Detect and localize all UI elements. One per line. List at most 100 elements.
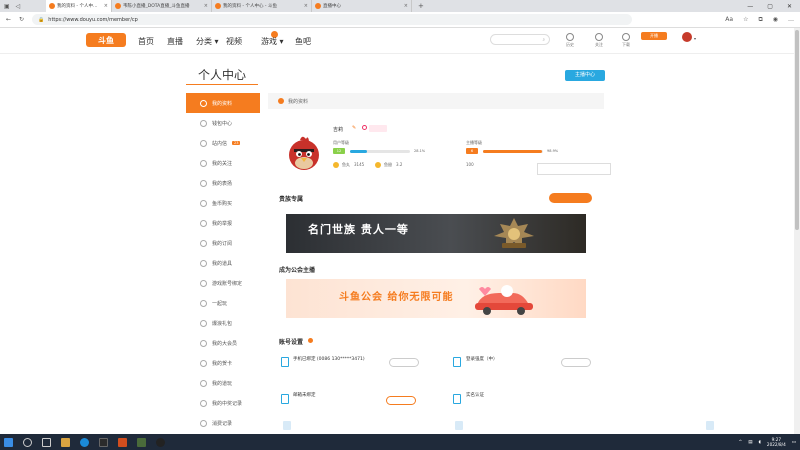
browser-tab-1[interactable]: 韦陈小直播_DOTA直播_斗鱼直播 × xyxy=(112,0,212,12)
avatar-dropdown-icon[interactable]: ▾ xyxy=(694,36,696,41)
refresh-icon[interactable]: ↻ xyxy=(19,16,24,23)
nav-live[interactable]: 直播 xyxy=(167,36,183,47)
app-icon-3[interactable] xyxy=(137,437,146,447)
close-icon[interactable]: × xyxy=(204,3,208,9)
start-live-button[interactable]: 开播 xyxy=(641,32,667,40)
page-scrollbar-thumb[interactable] xyxy=(795,30,799,230)
change-phone-button[interactable] xyxy=(389,358,419,367)
url-field[interactable]: 🔒 https://www.douyu.com/member/cp xyxy=(32,14,633,25)
sidebar-item-label: 我的表扬 xyxy=(212,180,233,187)
sidebar-item-coins[interactable]: 鱼币购买 xyxy=(186,193,260,213)
account-section-title: 账号设置 xyxy=(279,339,304,346)
guild-car-illustration xyxy=(475,285,533,315)
back-icon[interactable]: ← xyxy=(6,16,11,23)
tray-chevron-icon[interactable]: ^ xyxy=(739,440,743,445)
app-icon-4[interactable] xyxy=(156,437,165,447)
close-icon[interactable]: × xyxy=(404,3,408,9)
sidebar-item-play-together[interactable]: 一起玩 xyxy=(186,293,260,313)
heart-icon xyxy=(200,159,207,167)
user-avatar[interactable] xyxy=(682,32,692,42)
unread-badge: 23 xyxy=(232,141,241,145)
nav-yuba[interactable]: 鱼吧 xyxy=(295,36,311,47)
sidebar-item-spending[interactable]: 消费记录 xyxy=(186,413,260,433)
nav-game[interactable]: 游戏 ▾ xyxy=(261,36,284,47)
sidebar-item-cards[interactable]: 我的贺卡 xyxy=(186,353,260,373)
app-icon-1[interactable] xyxy=(99,437,108,447)
sidebar-item-label: 爆浪礼包 xyxy=(212,320,233,327)
download-icon[interactable] xyxy=(622,33,630,41)
window-close-icon[interactable]: ✕ xyxy=(787,3,792,10)
windows-start-icon[interactable] xyxy=(4,437,13,447)
tab-title: 韦陈小直播_DOTA直播_斗鱼直播 xyxy=(123,4,190,9)
sidebar-item-gift-pack[interactable]: 爆浪礼包 xyxy=(186,313,260,333)
tab-back-icon[interactable]: ◁ xyxy=(16,3,21,10)
maximize-icon[interactable]: ▢ xyxy=(767,3,773,10)
edit-pencil-icon[interactable]: ✎ xyxy=(352,125,356,131)
fishfin-label: 鱼翅 xyxy=(384,162,392,167)
sidebar-item-follows[interactable]: 我的关注 xyxy=(186,153,260,173)
guild-banner[interactable]: 斗鱼公会 给你无限可能 xyxy=(286,279,586,318)
close-icon[interactable]: × xyxy=(104,3,108,9)
browser-tab-3[interactable]: 直播中心 × xyxy=(312,0,412,12)
tab-actions-icon[interactable]: ▣ xyxy=(4,3,10,10)
sidebar-item-profile[interactable]: 我的资料 xyxy=(186,93,260,113)
profile-avatar[interactable] xyxy=(284,132,324,172)
file-explorer-icon[interactable] xyxy=(61,437,70,447)
taskbar-clock[interactable]: 9:27 2022/8/4 xyxy=(767,437,786,447)
collections-icon[interactable]: ⧉ xyxy=(758,16,762,24)
noble-banner[interactable]: 名门世族 贵人一等 xyxy=(286,214,586,253)
sidebar-item-subscriptions[interactable]: 我的订阅 xyxy=(186,233,260,253)
network-icon[interactable]: ▤ xyxy=(748,440,752,445)
nav-video[interactable]: 视频 xyxy=(226,36,242,47)
app-icon-2[interactable] xyxy=(118,437,127,447)
taskbar-search-icon[interactable] xyxy=(23,437,32,447)
anchor-center-button[interactable]: 主播中心 xyxy=(565,70,605,81)
tab-title: 我的资料 - 个人中心 - 斗鱼 xyxy=(57,4,102,9)
history-icon[interactable] xyxy=(566,33,574,41)
level-tooltip xyxy=(537,163,611,175)
task-view-icon[interactable] xyxy=(42,437,51,447)
browser-tab-0[interactable]: 我的资料 - 个人中心 - 斗鱼 × xyxy=(46,0,112,12)
search-icon[interactable]: ⌕ xyxy=(542,37,545,43)
change-password-button[interactable] xyxy=(561,358,591,367)
sidebar-item-vip[interactable]: 我的大会员 xyxy=(186,333,260,353)
search-input[interactable]: ⌕ xyxy=(490,34,550,45)
browser-tab-controls: ▣ ◁ xyxy=(0,3,46,10)
edge-browser-icon[interactable] xyxy=(80,437,89,447)
bind-email-button[interactable] xyxy=(386,396,416,405)
profile-icon[interactable]: ◉ xyxy=(773,16,778,24)
trophy-icon xyxy=(200,399,207,407)
minimize-icon[interactable]: — xyxy=(747,3,753,10)
sidebar-item-props[interactable]: 我的道具 xyxy=(186,253,260,273)
sidebar-item-play[interactable]: 我的道玩 xyxy=(186,373,260,393)
star-icon xyxy=(200,379,207,387)
noble-open-button[interactable] xyxy=(549,193,592,203)
browser-tab-2[interactable]: 我的资料 - 个人中心 - 斗鱼 × xyxy=(212,0,312,12)
douyu-logo[interactable]: 斗鱼 xyxy=(86,33,126,47)
sidebar-item-wallet[interactable]: 钱包中心 xyxy=(186,113,260,133)
lock-icon: 🔒 xyxy=(38,16,45,23)
favorite-star-icon[interactable]: ☆ xyxy=(743,16,748,24)
sidebar-item-game-account[interactable]: 游戏账号绑定 xyxy=(186,273,260,293)
sidebar-item-reports[interactable]: 我的举报 xyxy=(186,213,260,233)
package-icon xyxy=(200,319,207,327)
more-icon[interactable]: … xyxy=(788,16,794,24)
notification-icon[interactable]: ▭ xyxy=(792,440,796,445)
sidebar-item-praise[interactable]: 我的表扬 xyxy=(186,173,260,193)
sidebar-item-messages[interactable]: 站内信 23 xyxy=(186,133,260,153)
volume-icon[interactable]: ◖ xyxy=(759,440,761,445)
phone-status: 手机已绑定 (0086 130*****3471) xyxy=(293,357,365,362)
read-aloud-icon[interactable]: Aa xyxy=(725,16,733,24)
user-level-label: 用户等级 xyxy=(333,140,349,145)
sidebar-item-prizes[interactable]: 我的中奖记录 xyxy=(186,393,260,413)
doc-icon xyxy=(283,421,291,430)
close-icon[interactable]: × xyxy=(304,3,308,9)
nav-category[interactable]: 分类 ▾ xyxy=(196,36,219,47)
new-tab-icon[interactable]: + xyxy=(412,2,424,10)
nav-home[interactable]: 首页 xyxy=(138,36,154,47)
side-shield-icon[interactable] xyxy=(706,421,714,430)
anchor-level-label: 主播等级 xyxy=(466,140,482,145)
real-name-status: 实名认证 xyxy=(466,393,484,398)
sidebar-item-label: 我的道具 xyxy=(212,260,233,267)
follow-icon[interactable] xyxy=(595,33,603,41)
